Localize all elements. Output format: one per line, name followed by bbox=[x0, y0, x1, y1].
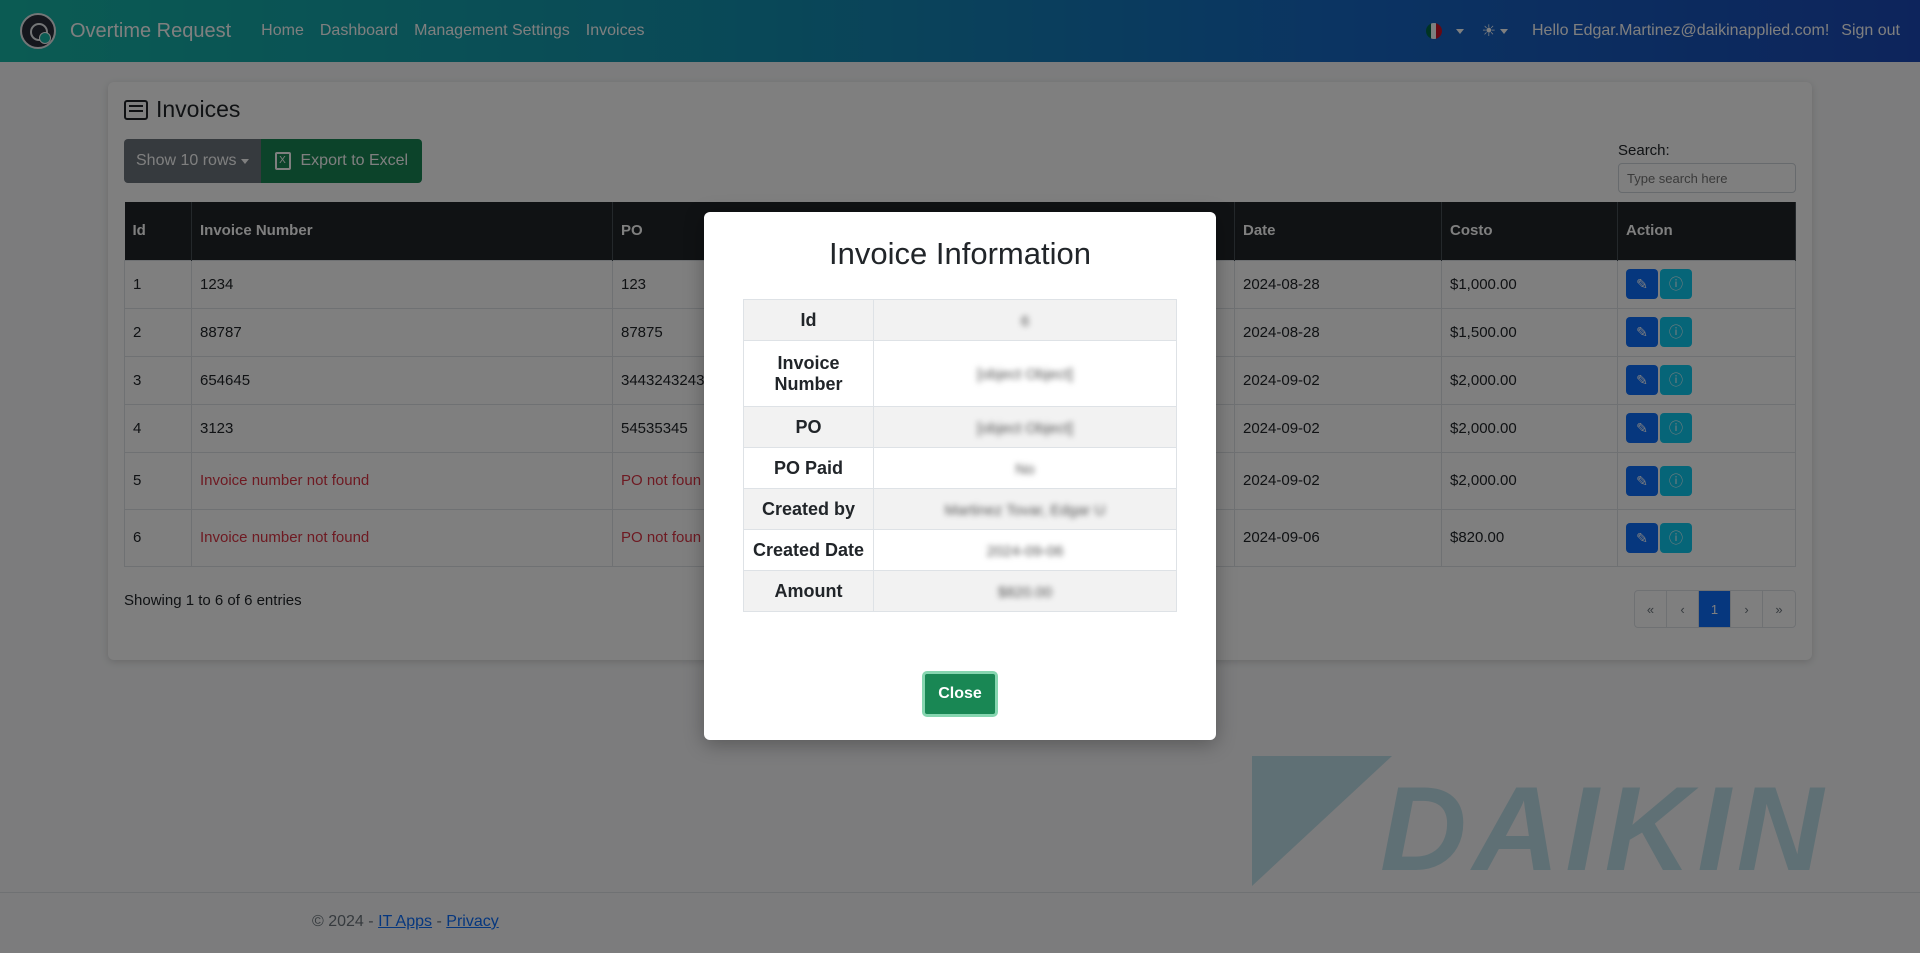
info-row: Created Date 2024-09-06 bbox=[743, 529, 1177, 571]
info-value: 2024-09-06 bbox=[873, 529, 1177, 571]
info-label: Created by bbox=[743, 488, 874, 530]
info-row: Created by Martinez Tovar, Edgar U bbox=[743, 488, 1177, 530]
info-value-text: Martinez Tovar, Edgar U bbox=[944, 501, 1106, 519]
info-label: Id bbox=[743, 299, 874, 341]
info-label: Amount bbox=[743, 570, 874, 612]
info-value: [object Object] bbox=[873, 340, 1177, 407]
info-value: [object Object] bbox=[873, 406, 1177, 448]
invoice-info-modal: Invoice Information Id 6 Invoice Number [o… bbox=[704, 212, 1216, 740]
info-value-text: [object Object] bbox=[977, 419, 1073, 437]
info-value-text: 6 bbox=[1020, 312, 1030, 330]
info-row: Invoice Number [object Object] bbox=[743, 340, 1177, 407]
modal-title: Invoice Information bbox=[829, 236, 1091, 271]
info-value: No bbox=[873, 447, 1177, 489]
info-row: PO Paid No bbox=[743, 447, 1177, 489]
invoice-info-table: Id 6 Invoice Number [object Object] PO [obj… bbox=[743, 299, 1177, 612]
info-row: PO [object Object] bbox=[743, 406, 1177, 448]
info-label: PO Paid bbox=[743, 447, 874, 489]
info-value-text: $820.00 bbox=[997, 583, 1053, 601]
close-button[interactable]: Close bbox=[922, 671, 998, 717]
info-value-text: [object Object] bbox=[977, 366, 1073, 383]
info-value: Martinez Tovar, Edgar U bbox=[873, 488, 1177, 530]
info-value-text: No bbox=[1015, 460, 1035, 478]
info-value: $820.00 bbox=[873, 570, 1177, 612]
info-label: Invoice Number bbox=[743, 340, 874, 407]
info-row: Amount $820.00 bbox=[743, 570, 1177, 612]
info-value: 6 bbox=[873, 299, 1177, 341]
info-label: PO bbox=[743, 406, 874, 448]
info-row: Id 6 bbox=[743, 299, 1177, 341]
info-label: Created Date bbox=[743, 529, 874, 571]
info-value-text: 2024-09-06 bbox=[986, 542, 1064, 560]
